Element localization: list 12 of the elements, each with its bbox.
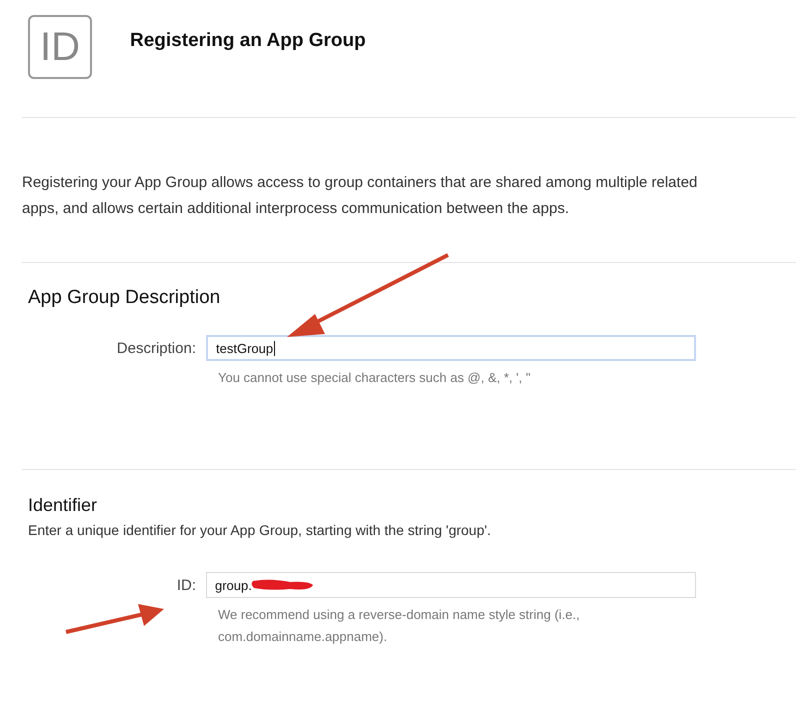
section-heading: Identifier	[28, 495, 98, 516]
help-text: We recommend using a reverse-domain name style string (i.e., com.domainname.appname).	[218, 606, 581, 646]
page-title: Registering an App Group	[130, 30, 366, 52]
field-label: ID:	[176, 576, 197, 594]
help-text: You cannot use special characters such as @, &, *, ', "	[218, 369, 532, 387]
intro-text: Registering your App Group allows access to group containers that are shared among multiple related apps, and allows certain additional interprocess communication between the apps.	[22, 173, 698, 219]
id-field[interactable]: group.	[206, 572, 696, 598]
section-heading: App Group Description	[28, 287, 222, 309]
description-field[interactable]: testGroup	[206, 335, 696, 361]
section-description: Enter a unique identifier for your App Group, starting with the string 'group'.	[28, 522, 492, 538]
field-label: Description:	[116, 340, 197, 356]
id-icon: ID	[28, 15, 92, 79]
